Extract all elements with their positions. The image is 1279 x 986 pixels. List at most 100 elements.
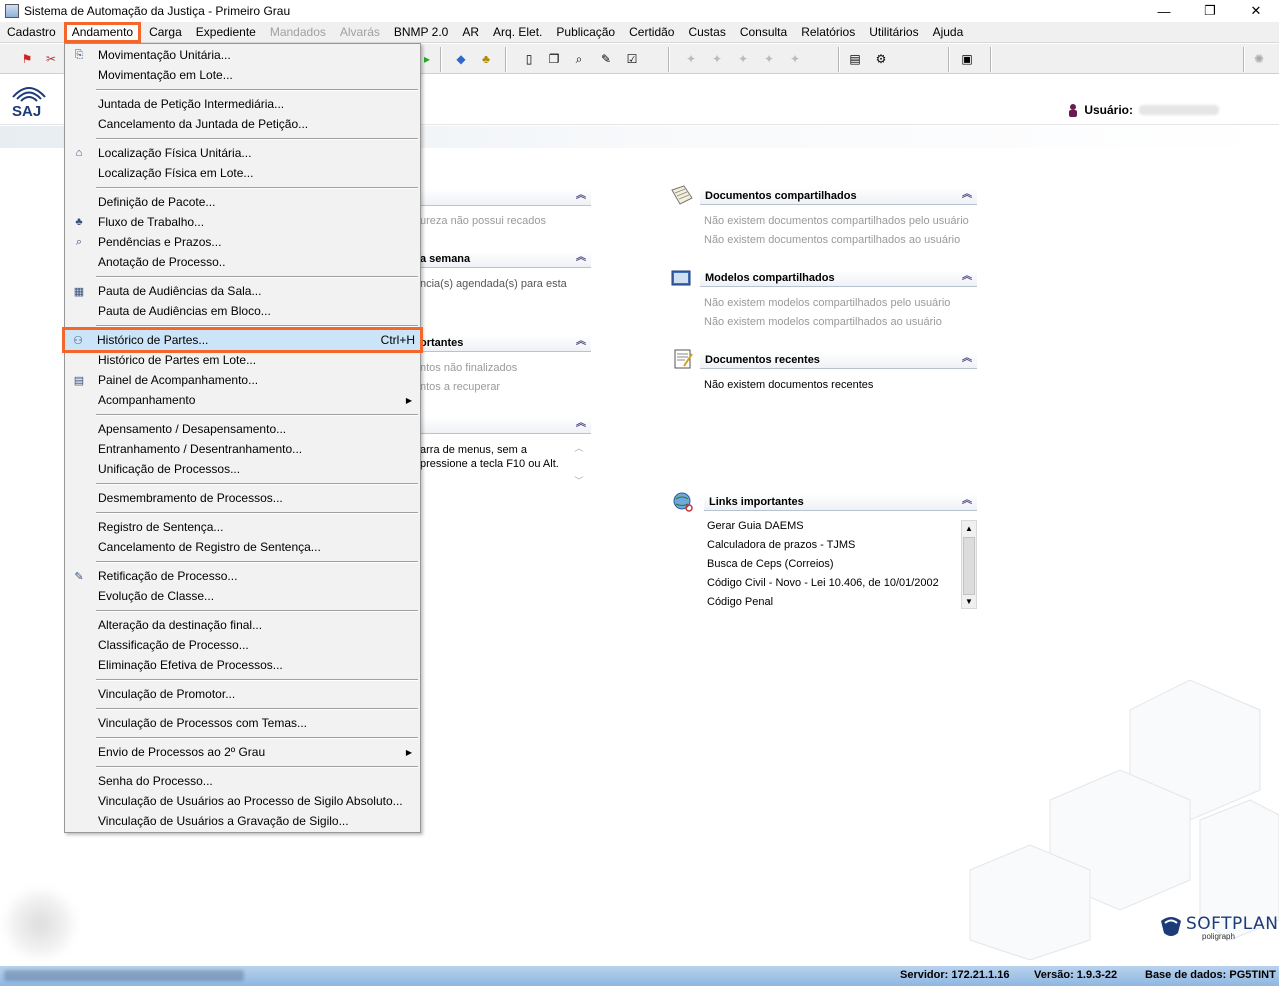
menu-consulta[interactable]: Consulta (733, 22, 794, 43)
menu-expediente[interactable]: Expediente (189, 22, 263, 43)
menu-item-apensamento-desapensamento[interactable]: Apensamento / Desapensamento... (66, 419, 419, 439)
loading-icon: ✺ (1253, 52, 1265, 66)
collapse-icon[interactable]: ︽ (962, 271, 972, 283)
scroll-up-icon[interactable]: ︿ (571, 441, 587, 454)
menu-item-classificacao-de-processo[interactable]: Classificação de Processo... (66, 635, 419, 655)
settings-icon[interactable]: ⚙ (872, 50, 890, 68)
menu-item-unificacao-de-processos[interactable]: Unificação de Processos... (66, 459, 419, 479)
book-icon[interactable]: ◆ (452, 50, 470, 68)
menu-arq-elet[interactable]: Arq. Elet. (486, 22, 549, 43)
search-document-icon[interactable]: ⌕ (570, 50, 588, 68)
menu-custas[interactable]: Custas (681, 22, 732, 43)
menu-utilit-rios[interactable]: Utilitários (862, 22, 925, 43)
scroll-up-icon[interactable]: ▲ (962, 521, 976, 535)
menu-cadastro[interactable]: Cadastro (0, 22, 63, 43)
panel-dicas-text-2: pressione a tecla F10 ou Alt. (420, 458, 559, 470)
menu-item-entranhamento-desentranhamento[interactable]: Entranhamento / Desentranhamento... (66, 439, 419, 459)
menu-ar[interactable]: AR (455, 22, 486, 43)
menu-item-pauta-de-audiencias-em-bloco[interactable]: Pauta de Audiências em Bloco... (66, 301, 419, 321)
menu-andamento[interactable]: Andamento (63, 21, 142, 43)
clip-icon[interactable]: ✂ (42, 50, 60, 68)
menu-item-pauta-de-audiencias-da-sala[interactable]: ▦ Pauta de Audiências da Sala... (66, 281, 419, 301)
edit-icon[interactable]: ✎ (597, 50, 615, 68)
location-icon: ⌂ (75, 147, 83, 159)
menu-item-label: Entranhamento / Desentranhamento... (98, 442, 303, 456)
scroll-thumb[interactable] (963, 537, 975, 595)
menu-item-acompanhamento[interactable]: Acompanhamento ▶ (66, 390, 419, 410)
collapse-icon[interactable]: ︽ (576, 190, 586, 202)
minimize-button[interactable]: — (1141, 0, 1187, 22)
menu-item-vinculacao-de-usuarios-ao-processo-de-sigilo-absoluto[interactable]: Vinculação de Usuários ao Processo de Si… (66, 791, 419, 811)
collapse-icon[interactable]: ︽ (962, 495, 972, 507)
shared-models-line-1: Não existem modelos compartilhados pelo … (704, 297, 951, 309)
panel-shared-documents-header: Documentos compartilhados ︽ (700, 188, 977, 205)
menu-item-painel-de-acompanhamento[interactable]: ▤ Painel de Acompanhamento... (66, 370, 419, 390)
menu-item-cancelamento-de-registro-de-sentenca[interactable]: Cancelamento de Registro de Sentença... (66, 537, 419, 557)
menu-item-definicao-de-pacote[interactable]: Definição de Pacote... (66, 192, 419, 212)
scroll-down-icon[interactable]: ﹀ (571, 474, 587, 487)
close-button[interactable]: ✕ (1233, 0, 1279, 22)
menu-item-pendencias-e-prazos[interactable]: ⌕ Pendências e Prazos... (66, 232, 419, 252)
collapse-icon[interactable]: ︽ (576, 252, 586, 264)
menu-item-historico-de-partes[interactable]: ⚇ Histórico de Partes... Ctrl+H (62, 327, 423, 353)
menu-item-localizacao-fisica-unitaria[interactable]: ⌂ Localização Física Unitária... (66, 143, 419, 163)
report-icon[interactable]: ▤ (846, 50, 864, 68)
menu-item-registro-de-sentenca[interactable]: Registro de Sentença... (66, 517, 419, 537)
collapse-icon[interactable]: ︽ (576, 336, 586, 348)
menu-item-fluxo-de-trabalho[interactable]: ♣ Fluxo de Trabalho... (66, 212, 419, 232)
menu-carga[interactable]: Carga (142, 22, 189, 43)
menu-item-juntada-de-peticao-intermediaria[interactable]: Juntada de Petição Intermediária... (66, 94, 419, 114)
workflow-icon: ♣ (75, 216, 83, 228)
links-scrollbar[interactable]: ▲ ▼ (961, 520, 977, 609)
collapse-icon[interactable]: ︽ (962, 189, 972, 201)
menu-item-label: Desmembramento de Processos... (98, 491, 283, 505)
menu-item-label: Pendências e Prazos... (98, 235, 222, 249)
menu-item-alteracao-da-destinacao-final[interactable]: Alteração da destinação final... (66, 615, 419, 635)
flag-icon[interactable]: ⚑ (18, 50, 36, 68)
menu-item-vinculacao-de-processos-com-temas[interactable]: Vinculação de Processos com Temas... (66, 713, 419, 733)
menu-item-desmembramento-de-processos[interactable]: Desmembramento de Processos... (66, 488, 419, 508)
shared-models-line-2: Não existem modelos compartilhados ao us… (704, 316, 942, 328)
panel-shared-models-header: Modelos compartilhados ︽ (700, 270, 977, 287)
menu-item-retificacao-de-processo[interactable]: ✎ Retificação de Processo... (66, 566, 419, 586)
link-item[interactable]: Busca de Ceps (Correios) (707, 558, 834, 570)
menu-item-historico-de-partes-em-lote[interactable]: Histórico de Partes em Lote... (66, 350, 419, 370)
menu-relat-rios[interactable]: Relatórios (794, 22, 862, 43)
menu-publica-o[interactable]: Publicação (549, 22, 622, 43)
menu-ajuda[interactable]: Ajuda (926, 22, 971, 43)
save-icon[interactable]: ▣ (958, 50, 976, 68)
panel-dicas-scrollbar[interactable]: ︿ ﹀ (571, 441, 587, 491)
menu-item-localizacao-fisica-em-lote[interactable]: Localização Física em Lote... (66, 163, 419, 183)
document-icon[interactable]: ▯ (520, 50, 538, 68)
menu-item-label: Eliminação Efetiva de Processos... (98, 658, 283, 672)
menu-item-label: Localização Física em Lote... (98, 166, 254, 180)
menu-certid-o[interactable]: Certidão (622, 22, 681, 43)
restore-button[interactable]: ❐ (1187, 0, 1233, 22)
link-item[interactable]: Calculadora de prazos - TJMS (707, 539, 855, 551)
collapse-icon[interactable]: ︽ (576, 418, 586, 430)
menu-item-eliminacao-efetiva-de-processos[interactable]: Eliminação Efetiva de Processos... (66, 655, 419, 675)
menu-bnmp-2-0[interactable]: BNMP 2.0 (387, 22, 455, 43)
menu-item-movimentacao-em-lote[interactable]: Movimentação em Lote... (66, 65, 419, 85)
menu-item-envio-de-processos-ao-2-grau[interactable]: Envio de Processos ao 2º Grau ▶ (66, 742, 419, 762)
menu-item-label: Vinculação de Usuários ao Processo de Si… (98, 794, 403, 808)
menu-item-vinculacao-de-usuarios-a-gravacao-de-sigilo[interactable]: Vinculação de Usuários a Gravação de Sig… (66, 811, 419, 831)
scroll-down-icon[interactable]: ▼ (962, 594, 976, 608)
link-item[interactable]: Gerar Guia DAEMS (707, 520, 804, 532)
workflow-icon[interactable]: ♣ (477, 50, 495, 68)
panel-importantes-header: ortantes ︽ (400, 335, 591, 352)
link-item[interactable]: Código Civil - Novo - Lei 10.406, de 10/… (707, 577, 939, 589)
menu-item-movimentacao-unitaria[interactable]: ⎘ Movimentação Unitária... (66, 45, 419, 65)
background-illustration (969, 679, 1279, 960)
menu-item-vinculacao-de-promotor[interactable]: Vinculação de Promotor... (66, 684, 419, 704)
collapse-icon[interactable]: ︽ (962, 353, 972, 365)
menu-item-senha-do-processo[interactable]: Senha do Processo... (66, 771, 419, 791)
link-item[interactable]: Código Penal (707, 596, 773, 608)
menu-item-evolucao-de-classe[interactable]: Evolução de Classe... (66, 586, 419, 606)
menu-item-cancelamento-da-juntada-de-peticao[interactable]: Cancelamento da Juntada de Petição... (66, 114, 419, 134)
documents-icon[interactable]: ❐ (545, 50, 563, 68)
menu-item-anotacao-de-processo[interactable]: Anotação de Processo.. (66, 252, 419, 272)
checklist-icon[interactable]: ☑ (623, 50, 641, 68)
nav-disabled-icon-3: ✦ (737, 52, 749, 66)
menu-item-label: Unificação de Processos... (98, 462, 241, 476)
